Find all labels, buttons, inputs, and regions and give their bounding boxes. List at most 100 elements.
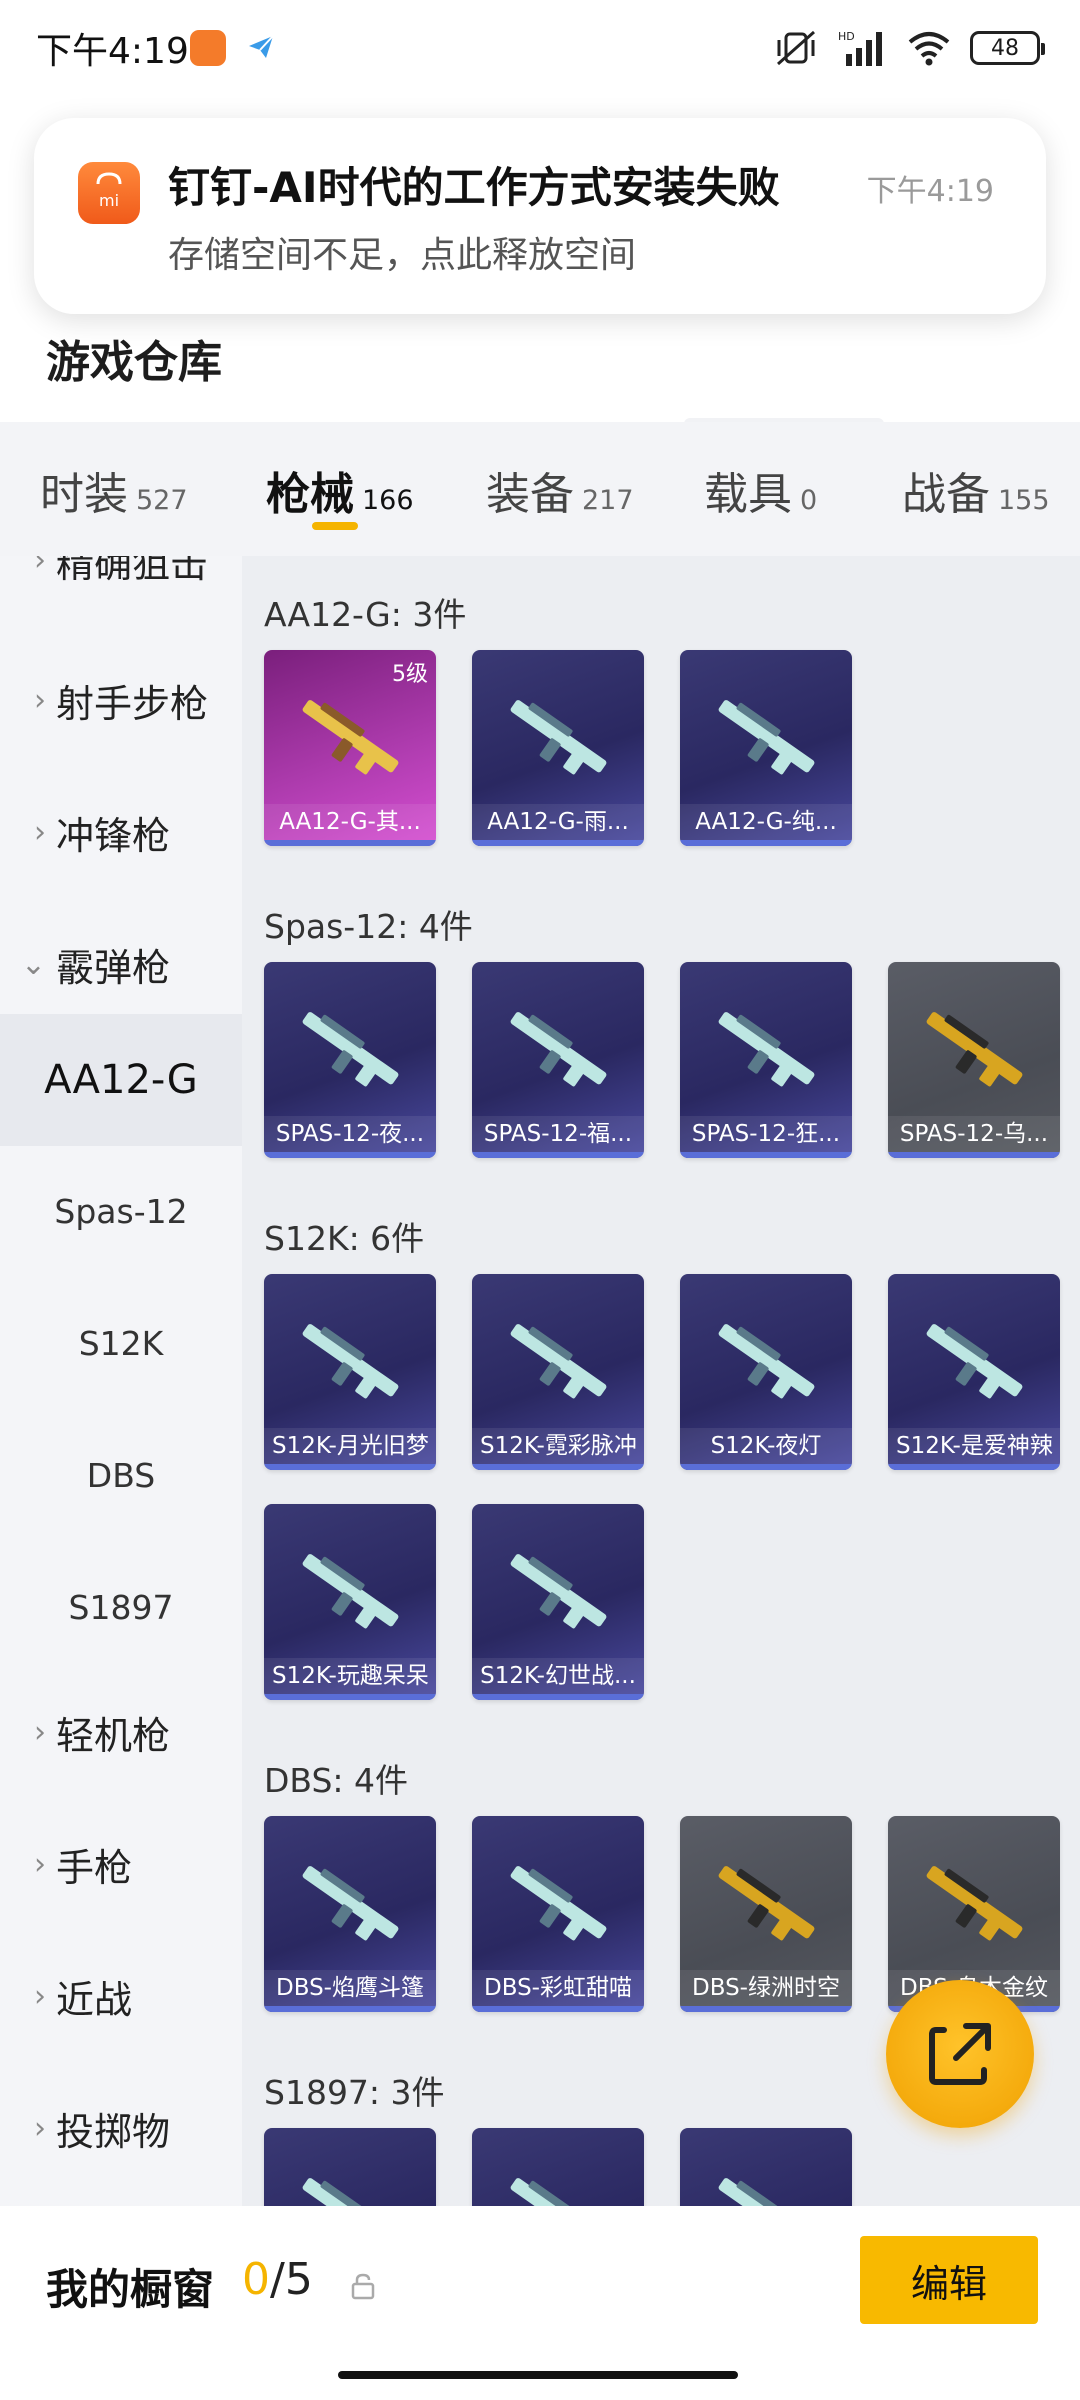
weapon-icon: [718, 1324, 815, 1399]
weapon-card[interactable]: SPAS-12-夜...: [264, 962, 436, 1158]
weapon-card[interactable]: AA12-G-雨...: [472, 650, 644, 846]
weapon-card[interactable]: S12K-幻世战...: [472, 1504, 644, 1700]
weapon-name: SPAS-12-乌...: [888, 1116, 1060, 1152]
category-tabs: 时装 527 枪械 166 装备 217 载具 0 战备 155: [0, 422, 1080, 556]
sidebar-item-melee[interactable]: › 近战: [0, 1948, 242, 2044]
weapon-name: DBS-绿洲时空: [680, 1970, 852, 2006]
rarity-bar: [680, 1464, 852, 1470]
weapon-card[interactable]: DBS-彩虹甜喵: [472, 1816, 644, 2012]
weapon-icon: [926, 1324, 1023, 1399]
rarity-bar: [264, 1694, 436, 1700]
tab-count: 155: [998, 485, 1050, 516]
weapon-name: S12K-月光旧梦: [264, 1428, 436, 1464]
weapon-card[interactable]: AA12-G-纯...: [680, 650, 852, 846]
tab-label: 装备: [486, 469, 574, 520]
sidebar-item-smg[interactable]: › 冲锋枪: [0, 784, 242, 880]
weapon-name: S12K-幻世战...: [472, 1658, 644, 1694]
home-indicator[interactable]: [338, 2371, 738, 2379]
weapon-name: SPAS-12-福...: [472, 1116, 644, 1152]
sidebar-subitem-aa12g[interactable]: AA12-G: [0, 1014, 242, 1146]
group-title: Spas-12: 4件: [264, 907, 473, 946]
weapon-card[interactable]: DBS-绿洲时空: [680, 1816, 852, 2012]
notification-text: 存储空间不足，点此释放空间: [168, 235, 637, 276]
mi-notification-icon: [190, 30, 226, 66]
tab-firearms[interactable]: 枪械 166: [266, 458, 414, 520]
chevron-down-icon: ⌄: [20, 946, 46, 982]
sidebar-item-throwables[interactable]: › 投掷物: [0, 2080, 242, 2176]
sidebar-item-label: 轻机枪: [56, 1713, 171, 1758]
weapon-card[interactable]: SPAS-12-狂...: [680, 962, 852, 1158]
weapon-name: DBS-彩虹甜喵: [472, 1970, 644, 2006]
rarity-bar: [264, 840, 436, 846]
tab-equipment[interactable]: 装备 217: [486, 458, 634, 520]
weapon-icon: [926, 1866, 1023, 1941]
weapon-card[interactable]: DBS-焰鹰斗篷: [264, 1816, 436, 2012]
weapon-icon: [302, 2178, 399, 2206]
chevron-right-icon: ›: [34, 1714, 46, 1750]
weapon-card[interactable]: S12K-玩趣呆呆: [264, 1504, 436, 1700]
tab-count: 0: [800, 485, 818, 516]
sidebar-item-precision-sniper[interactable]: › 精确狙击: [0, 556, 242, 590]
weapon-card[interactable]: S1897-精灵...: [472, 2128, 644, 2206]
weapon-card[interactable]: SPAS-12-福...: [472, 962, 644, 1158]
sidebar-item-pistol[interactable]: › 手枪: [0, 1816, 242, 1912]
edit-button[interactable]: 编辑: [860, 2236, 1038, 2324]
weapon-icon: [302, 1554, 399, 1629]
group-title: DBS: 4件: [264, 1761, 409, 1800]
tab-fashion[interactable]: 时装 527: [40, 458, 188, 520]
signal-icon: HD: [838, 30, 882, 66]
weapon-card[interactable]: S12K-霓彩脉冲: [472, 1274, 644, 1470]
sidebar-subitem-dbs[interactable]: DBS: [0, 1410, 242, 1542]
sidebar-item-lmg[interactable]: › 轻机枪: [0, 1684, 242, 1780]
showcase-count-separator: /: [270, 2254, 285, 2305]
weapon-grid: AA12-G: 3件 AA12-G-其... 5级 AA12-G-雨... AA12-G…: [242, 556, 1080, 2206]
weapon-card[interactable]: S1897-炫彩...: [680, 2128, 852, 2206]
svg-text:mi: mi: [99, 191, 119, 210]
tab-supplies[interactable]: 战备 155: [902, 458, 1050, 520]
network-type-label: HD: [838, 30, 855, 43]
sidebar-item-shotgun[interactable]: ⌄ 霰弹枪: [0, 916, 242, 1012]
tab-vehicles[interactable]: 载具 0: [704, 458, 818, 520]
tab-count: 217: [582, 485, 634, 516]
share-button[interactable]: [886, 1980, 1034, 2128]
lock-icon: [351, 2273, 375, 2300]
weapon-card[interactable]: S12K-是爱神辣: [888, 1274, 1060, 1470]
sidebar-subitem-spas12[interactable]: Spas-12: [0, 1146, 242, 1278]
level-badge: 5级: [392, 662, 428, 687]
weapon-name: S12K-玩趣呆呆: [264, 1658, 436, 1694]
sidebar-item-label: 冲锋枪: [56, 813, 171, 858]
rarity-bar: [680, 1152, 852, 1158]
status-time: 下午4:19: [36, 31, 189, 72]
showcase-label: 我的橱窗: [46, 2265, 215, 2314]
weapon-name: SPAS-12-狂...: [680, 1116, 852, 1152]
tab-label: 时装: [40, 469, 128, 520]
sidebar-item-label: 手枪: [56, 1845, 133, 1890]
weapon-name: AA12-G-其...: [264, 804, 436, 840]
wifi-icon: [908, 32, 950, 66]
sidebar-item-marksman-rifle[interactable]: › 射手步枪: [0, 652, 242, 748]
tab-count: 166: [362, 485, 414, 516]
mi-store-icon: mi: [78, 162, 140, 224]
tab-label: 战备: [902, 469, 990, 520]
rarity-bar: [888, 1152, 1060, 1158]
weapon-name: S12K-是爱神辣: [888, 1428, 1060, 1464]
weapon-card[interactable]: AA12-G-其... 5级: [264, 650, 436, 846]
share-icon: [929, 2023, 991, 2085]
rarity-bar: [472, 1152, 644, 1158]
vibrate-mute-icon: [777, 30, 815, 66]
weapon-name: AA12-G-纯...: [680, 804, 852, 840]
notification-banner[interactable]: mi 钉钉-AI时代的工作方式安装失败 存储空间不足，点此释放空间 下午4:19: [34, 118, 1046, 314]
weapon-card[interactable]: SPAS-12-乌...: [888, 962, 1060, 1158]
rarity-bar: [264, 1152, 436, 1158]
weapon-card[interactable]: S1897-锦灰...: [264, 2128, 436, 2206]
chevron-right-icon: ›: [34, 1978, 46, 2014]
sidebar-subitem-s12k[interactable]: S12K: [0, 1278, 242, 1410]
weapon-icon: [510, 1554, 607, 1629]
sidebar-item-label: 近战: [56, 1977, 133, 2022]
weapon-card[interactable]: S12K-夜灯: [680, 1274, 852, 1470]
weapon-card[interactable]: S12K-月光旧梦: [264, 1274, 436, 1470]
sidebar-subitem-s1897[interactable]: S1897: [0, 1542, 242, 1674]
weapon-icon: [302, 1866, 399, 1941]
weapon-icon: [302, 1012, 399, 1087]
rarity-bar: [472, 1694, 644, 1700]
